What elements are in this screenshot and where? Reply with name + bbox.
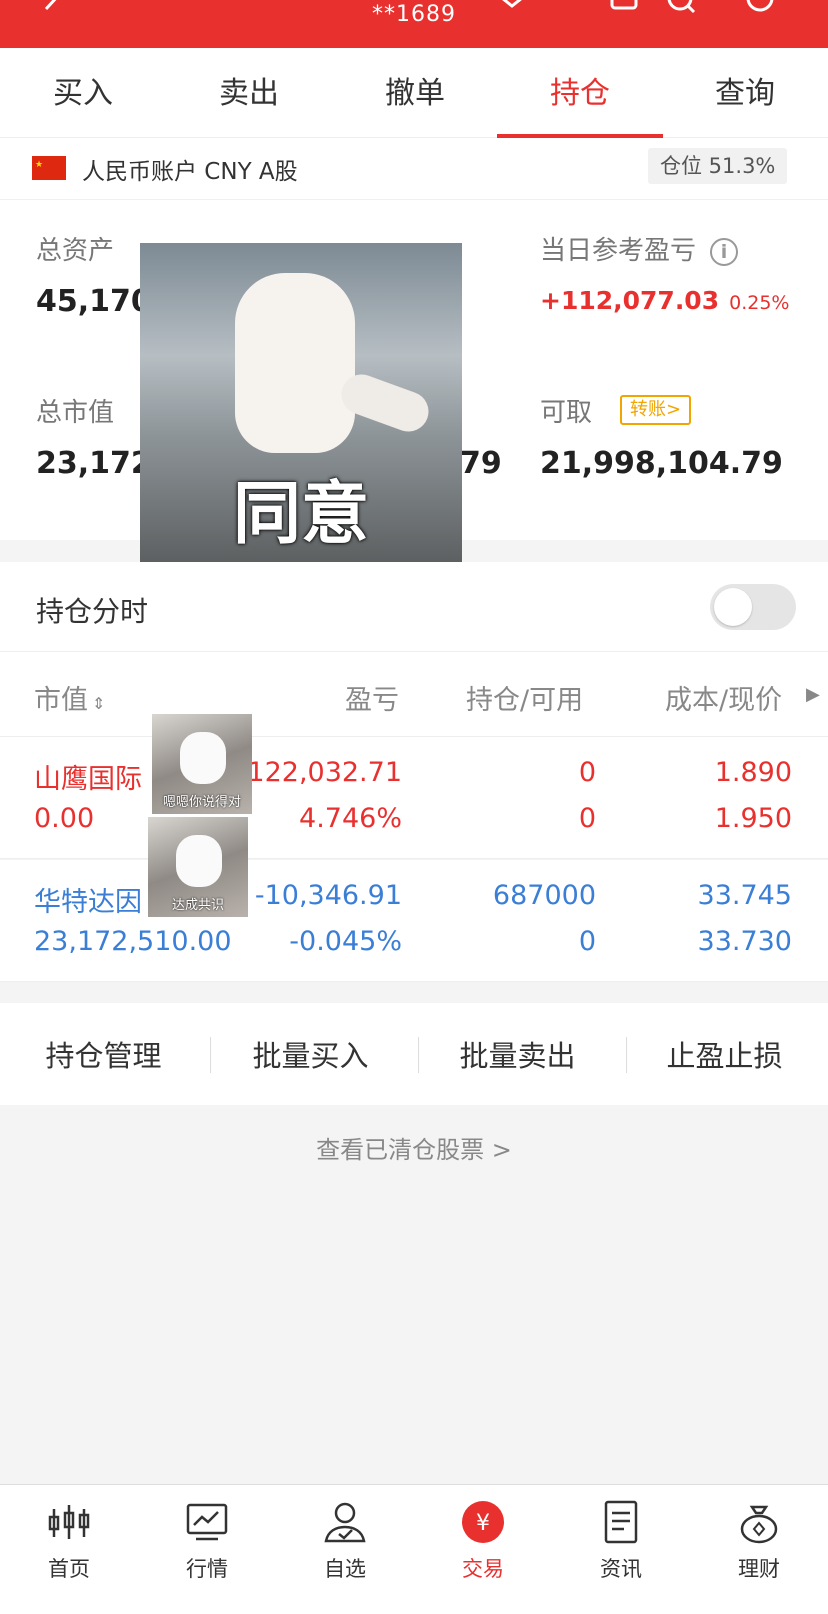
info-icon[interactable]: i: [710, 237, 739, 266]
tab-sell[interactable]: 卖出: [166, 48, 332, 138]
tab-buy[interactable]: 买入: [0, 48, 166, 138]
tab-query[interactable]: 查询: [662, 48, 828, 138]
nav-label: 首页: [48, 1557, 90, 1581]
thumbnail-caption: 嗯嗯你说得对: [162, 795, 241, 810]
cat-thumbnail-image: 嗯嗯你说得对: [152, 714, 252, 814]
stock-price: 1.950: [714, 803, 792, 834]
holding-timeshare-label: 持仓分时: [36, 595, 149, 628]
stock-pl: -10,346.91: [254, 880, 402, 911]
nav-label: 自选: [324, 1557, 366, 1581]
top-bar: **1689: [0, 0, 828, 48]
position-ratio-badge: 仓位 51.3%: [648, 148, 788, 184]
sort-market-value[interactable]: 市值 ⇕: [34, 678, 105, 717]
stock-available: 0: [578, 803, 596, 834]
withdrawable-label: 可取: [540, 398, 593, 428]
money-bag-icon: [740, 1505, 778, 1544]
document-icon: [604, 1500, 638, 1544]
stock-market-value: 23,172,510.00: [34, 926, 232, 957]
stock-name: 华特达因: [34, 887, 142, 918]
stop-profit-loss-button[interactable]: 止盈止损: [621, 1033, 828, 1075]
stock-pl-pct: 4.746%: [299, 803, 402, 834]
stock-available: 0: [578, 926, 596, 957]
nav-watchlist[interactable]: 自选: [276, 1499, 414, 1583]
view-cleared-stocks-link[interactable]: 查看已清仓股票 >: [0, 1130, 828, 1165]
withdrawable-value: 21,998,104.79: [540, 446, 783, 481]
tab-cancel[interactable]: 撤单: [332, 48, 498, 138]
bottom-navigation: 首页 行情 自选 ¥ 交易 资讯 理财: [0, 1484, 828, 1614]
stock-name: 山鹰国际: [34, 764, 142, 795]
scroll-right-icon[interactable]: ▶: [806, 684, 820, 705]
day-pl-pct: 0.25%: [729, 292, 790, 314]
market-value-label: 总市值: [36, 398, 115, 428]
back-arrow-icon[interactable]: [38, 0, 68, 24]
holding-timeshare-toggle[interactable]: [710, 584, 796, 630]
stock-cost: 1.890: [714, 757, 792, 788]
day-pl-label: 当日参考盈亏: [540, 236, 697, 266]
holding-actions-bar: 持仓管理 批量买入 批量卖出 止盈止损: [0, 1003, 828, 1105]
holding-management-button[interactable]: 持仓管理: [0, 1033, 207, 1075]
hidden-value-tail: 79: [460, 446, 502, 481]
trade-tabs: 买入 卖出 撤单 持仓 查询: [0, 48, 828, 138]
stock-pl-pct: -0.045%: [289, 926, 402, 957]
nav-label: 资讯: [600, 1557, 642, 1581]
cat-thumbnail-image: 达成共识: [148, 817, 248, 917]
cat-figure: [180, 732, 226, 784]
header-cost: 成本/现价: [665, 685, 783, 716]
refresh-icon[interactable]: [742, 0, 778, 22]
day-pl-value: +112,077.03: [540, 286, 720, 315]
chart-icon: [186, 1503, 228, 1541]
search-icon[interactable]: [664, 0, 700, 22]
stock-holding: 687000: [492, 880, 596, 911]
table-row[interactable]: 山鹰国际 0.00 122,032.71 4.746% 0 0 1.890 1.…: [0, 737, 828, 859]
sort-icon: ⇕: [92, 694, 106, 713]
cat-figure: [235, 273, 355, 453]
header-holding: 持仓/可用: [466, 685, 584, 716]
toggle-knob: [714, 588, 752, 626]
day-pl-label-group: 当日参考盈亏 i: [540, 230, 739, 267]
stock-pl: 122,032.71: [247, 757, 402, 788]
nav-label: 行情: [186, 1557, 228, 1581]
meme-caption: 同意: [232, 475, 369, 554]
total-assets-label: 总资产: [36, 236, 115, 266]
cat-figure: [176, 835, 222, 887]
nav-market[interactable]: 行情: [138, 1499, 276, 1583]
svg-text:★: ★: [35, 160, 43, 170]
holdings-table-header: 市值 ⇕ 盈亏 持仓/可用 成本/现价 ▶: [0, 652, 828, 737]
nav-label: 交易: [462, 1557, 504, 1581]
stock-holding: 0: [578, 757, 596, 788]
nav-news[interactable]: 资讯: [552, 1499, 690, 1583]
nav-trade[interactable]: ¥ 交易: [414, 1499, 552, 1583]
nav-label: 理财: [738, 1557, 780, 1581]
batch-buy-button[interactable]: 批量买入: [207, 1033, 414, 1075]
stock-cost: 33.745: [697, 880, 792, 911]
candlestick-icon: [48, 1505, 90, 1539]
china-flag-icon: ★: [32, 156, 66, 180]
transfer-button[interactable]: 转账>: [620, 395, 692, 425]
thumbnail-caption: 达成共识: [171, 898, 224, 913]
account-number[interactable]: **1689: [372, 2, 456, 27]
stock-price: 33.730: [697, 926, 792, 957]
yuan-icon: ¥: [462, 1501, 504, 1543]
nav-home[interactable]: 首页: [0, 1499, 138, 1583]
cat-meme-image: 同意: [140, 243, 462, 565]
day-pl-group: +112,077.03 0.25%: [540, 286, 789, 315]
stock-market-value: 0.00: [34, 803, 95, 834]
user-check-icon: [324, 1502, 366, 1543]
dropdown-icon[interactable]: [494, 0, 530, 22]
tab-holdings[interactable]: 持仓: [497, 48, 663, 138]
table-row[interactable]: 华特达因 23,172,510.00 -10,346.91 -0.045% 68…: [0, 860, 828, 982]
account-row: ★ 人民币账户 CNY A股 仓位 51.3%: [0, 138, 828, 200]
nav-wealth[interactable]: 理财: [690, 1499, 828, 1583]
header-market-value: 市值: [34, 685, 88, 716]
batch-sell-button[interactable]: 批量卖出: [414, 1033, 621, 1075]
svg-text:¥: ¥: [476, 1511, 490, 1536]
holding-timeshare-row: 持仓分时: [0, 562, 828, 652]
account-label: 人民币账户 CNY A股: [82, 159, 298, 185]
clipboard-icon[interactable]: [606, 0, 642, 22]
header-pl: 盈亏: [345, 685, 399, 716]
